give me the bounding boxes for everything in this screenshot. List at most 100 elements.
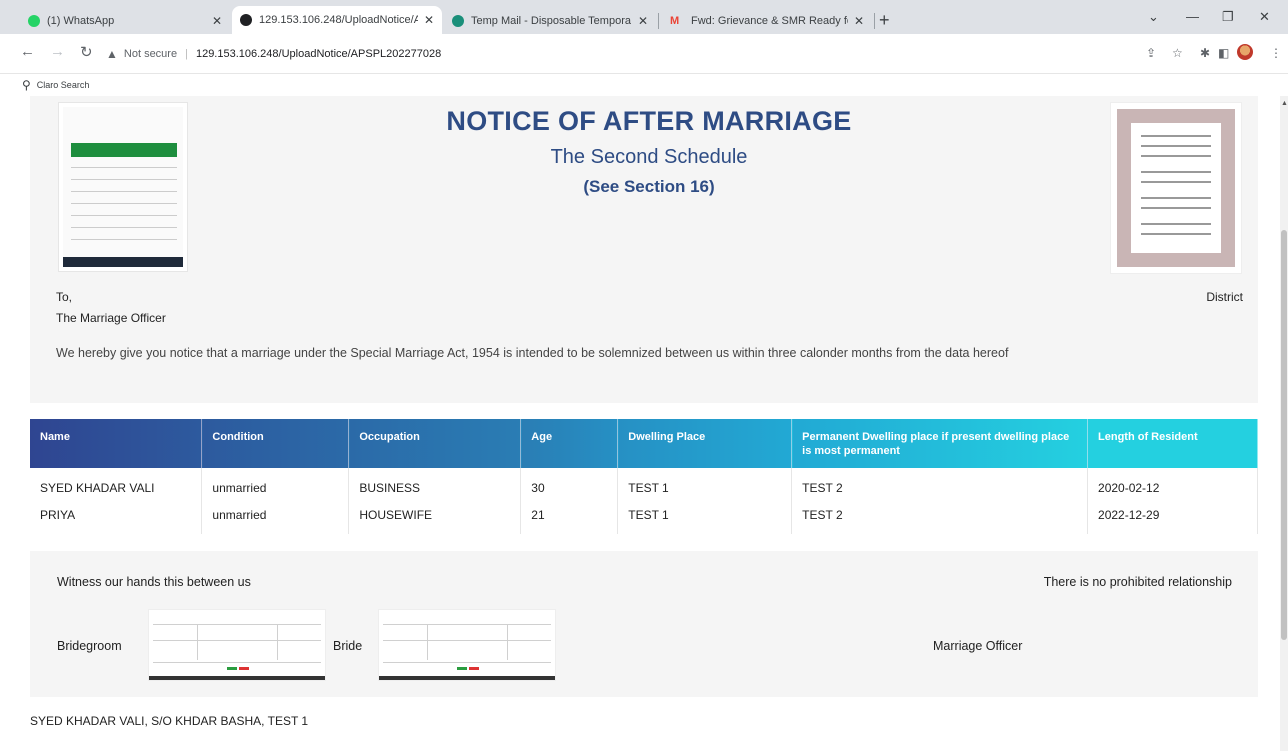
notice-card: NOTICE OF AFTER MARRIAGE The Second Sche…: [30, 96, 1258, 403]
signature-grid-line: [383, 624, 551, 625]
signature-grid-line: [277, 624, 278, 660]
bridegroom-label: Bridegroom: [57, 639, 122, 653]
thumbnail-preview: [1117, 109, 1235, 267]
signature-grid-line: [197, 624, 198, 660]
column-header-length-of-resident: Length of Resident: [1087, 419, 1258, 468]
column-header-condition: Condition: [201, 419, 350, 468]
scrollbar-thumb[interactable]: [1281, 230, 1287, 640]
cell-age: 21: [520, 501, 619, 534]
bookmarks-bar: ⚲ Claro Search: [0, 74, 1288, 96]
tab-title: Temp Mail - Disposable Tempora: [471, 15, 631, 27]
reload-icon[interactable]: ↻: [80, 43, 93, 61]
not-secure-warning-icon[interactable]: ▲: [106, 47, 118, 61]
signature-taskbar: [379, 676, 555, 680]
cell-occupation: BUSINESS: [348, 468, 522, 501]
search-icon: ⚲: [22, 78, 31, 92]
thumbnail-text-line: [1141, 223, 1211, 225]
forward-icon[interactable]: →: [50, 43, 65, 60]
thumbnail-text-line: [1141, 181, 1211, 183]
signature-red-mark: [239, 667, 249, 670]
minimize-icon[interactable]: —: [1186, 9, 1199, 24]
close-tab-icon[interactable]: ✕: [854, 14, 864, 28]
cell-dwelling-place: TEST 1: [617, 468, 793, 501]
close-window-icon[interactable]: ✕: [1259, 9, 1270, 25]
notice-body: We hereby give you notice that a marriag…: [56, 346, 1009, 360]
gmail-favicon-icon: M: [670, 15, 680, 27]
temp-mail-favicon-icon: [452, 15, 464, 27]
column-header-permanent-dwelling: Permanent Dwelling place if present dwel…: [791, 419, 1089, 468]
menu-icon[interactable]: ⋮: [1270, 46, 1282, 60]
thumbnail-text-line: [1141, 155, 1211, 157]
witness-text: Witness our hands this between us: [57, 575, 251, 589]
thumbnail-row: [71, 227, 177, 228]
column-header-age: Age: [520, 419, 619, 468]
bookmark-star-icon[interactable]: ☆: [1172, 46, 1183, 60]
extensions-icon[interactable]: ✱: [1200, 46, 1210, 60]
no-prohibited-text: There is no prohibited relationship: [1043, 575, 1232, 589]
profile-avatar[interactable]: [1237, 44, 1253, 60]
restore-icon[interactable]: ❐: [1222, 9, 1234, 25]
url-text: 129.153.106.248/UploadNotice/APSPL202277…: [195, 48, 442, 60]
cell-name: PRIYA: [30, 501, 203, 534]
close-tab-icon[interactable]: ✕: [638, 14, 648, 28]
district-label: District: [1206, 290, 1243, 304]
to-label: To,: [56, 290, 73, 304]
tab-title: (1) WhatsApp: [47, 15, 115, 27]
side-panel-icon[interactable]: ◧: [1218, 46, 1229, 60]
thumbnail-text-line: [1141, 135, 1211, 137]
cell-occupation: HOUSEWIFE: [348, 501, 522, 534]
back-icon[interactable]: ←: [20, 43, 35, 60]
cell-age: 30: [520, 468, 619, 501]
signature-card: Witness our hands this between us There …: [30, 551, 1258, 697]
browser-toolbar: ← → ↻ ▲ Not secure | 129.153.106.248/Upl…: [0, 34, 1288, 74]
signature-red-mark: [469, 667, 479, 670]
thumbnail-text-line: [1141, 171, 1211, 173]
cell-permanent-dwelling: TEST 2: [791, 468, 1089, 501]
table-row: PRIYA unmarried HOUSEWIFE 21 TEST 1 TEST…: [30, 501, 1258, 534]
table-row: SYED KHADAR VALI unmarried BUSINESS 30 T…: [30, 468, 1258, 501]
column-header-name: Name: [30, 419, 203, 468]
tab-whatsapp[interactable]: (1) WhatsApp ✕: [20, 8, 230, 34]
signature-grid-line: [153, 640, 321, 641]
notice-title: NOTICE OF AFTER MARRIAGE: [446, 106, 852, 136]
notice-section: (See Section 16): [583, 177, 715, 196]
tab-divider: [874, 13, 875, 29]
cell-name: SYED KHADAR VALI: [30, 468, 203, 501]
tab-upload-notice[interactable]: 129.153.106.248/UploadNotice/A ✕: [232, 6, 442, 34]
uploaded-document-thumbnail[interactable]: [1110, 102, 1242, 274]
thumbnail-text-line: [1141, 145, 1211, 147]
scroll-up-arrow-icon[interactable]: ▲: [1281, 100, 1288, 107]
address-bar[interactable]: ▲ Not secure | 129.153.106.248/UploadNot…: [106, 42, 1131, 66]
new-tab-button[interactable]: +: [879, 10, 890, 31]
thumbnail-document-page: [1131, 123, 1221, 253]
cell-dwelling-place: TEST 1: [617, 501, 793, 534]
share-icon[interactable]: ⇪: [1146, 46, 1156, 60]
notice-subtitle: The Second Schedule: [550, 146, 748, 168]
tab-title: Fwd: Grievance & SMR Ready for: [691, 15, 848, 27]
cell-length-of-resident: 2022-12-29: [1087, 501, 1258, 534]
thumbnail-row: [71, 239, 177, 240]
thumbnail-row: [71, 215, 177, 216]
tab-strip: (1) WhatsApp ✕ 129.153.106.248/UploadNot…: [0, 0, 1288, 34]
signature-green-mark: [457, 667, 467, 670]
close-tab-icon[interactable]: ✕: [212, 14, 222, 28]
tab-title: 129.153.106.248/UploadNotice/A: [259, 14, 418, 26]
tab-search-icon[interactable]: ⌄: [1148, 9, 1159, 25]
security-label: Not secure: [123, 48, 178, 60]
signature-green-mark: [227, 667, 237, 670]
thumbnail-text-line: [1141, 197, 1211, 199]
tab-gmail[interactable]: M Fwd: Grievance & SMR Ready for ✕: [662, 8, 872, 34]
bridegroom-details: SYED KHADAR VALI, S/O KHDAR BASHA, TEST …: [30, 714, 309, 728]
bridegroom-signature-image[interactable]: [148, 609, 326, 681]
tab-temp-mail[interactable]: Temp Mail - Disposable Tempora ✕: [444, 8, 656, 34]
bookmark-claro-search[interactable]: Claro Search: [37, 80, 90, 90]
thumbnail-text-line: [1141, 207, 1211, 209]
close-tab-icon[interactable]: ✕: [424, 13, 434, 27]
table-header-row: Name Condition Occupation Age Dwelling P…: [30, 419, 1258, 468]
address-separator: |: [185, 48, 188, 60]
signature-grid-line: [153, 662, 321, 663]
bride-signature-image[interactable]: [378, 609, 556, 681]
marriage-officer-label: Marriage Officer: [933, 639, 1023, 653]
signature-grid-line: [507, 624, 508, 660]
column-header-dwelling-place: Dwelling Place: [617, 419, 793, 468]
